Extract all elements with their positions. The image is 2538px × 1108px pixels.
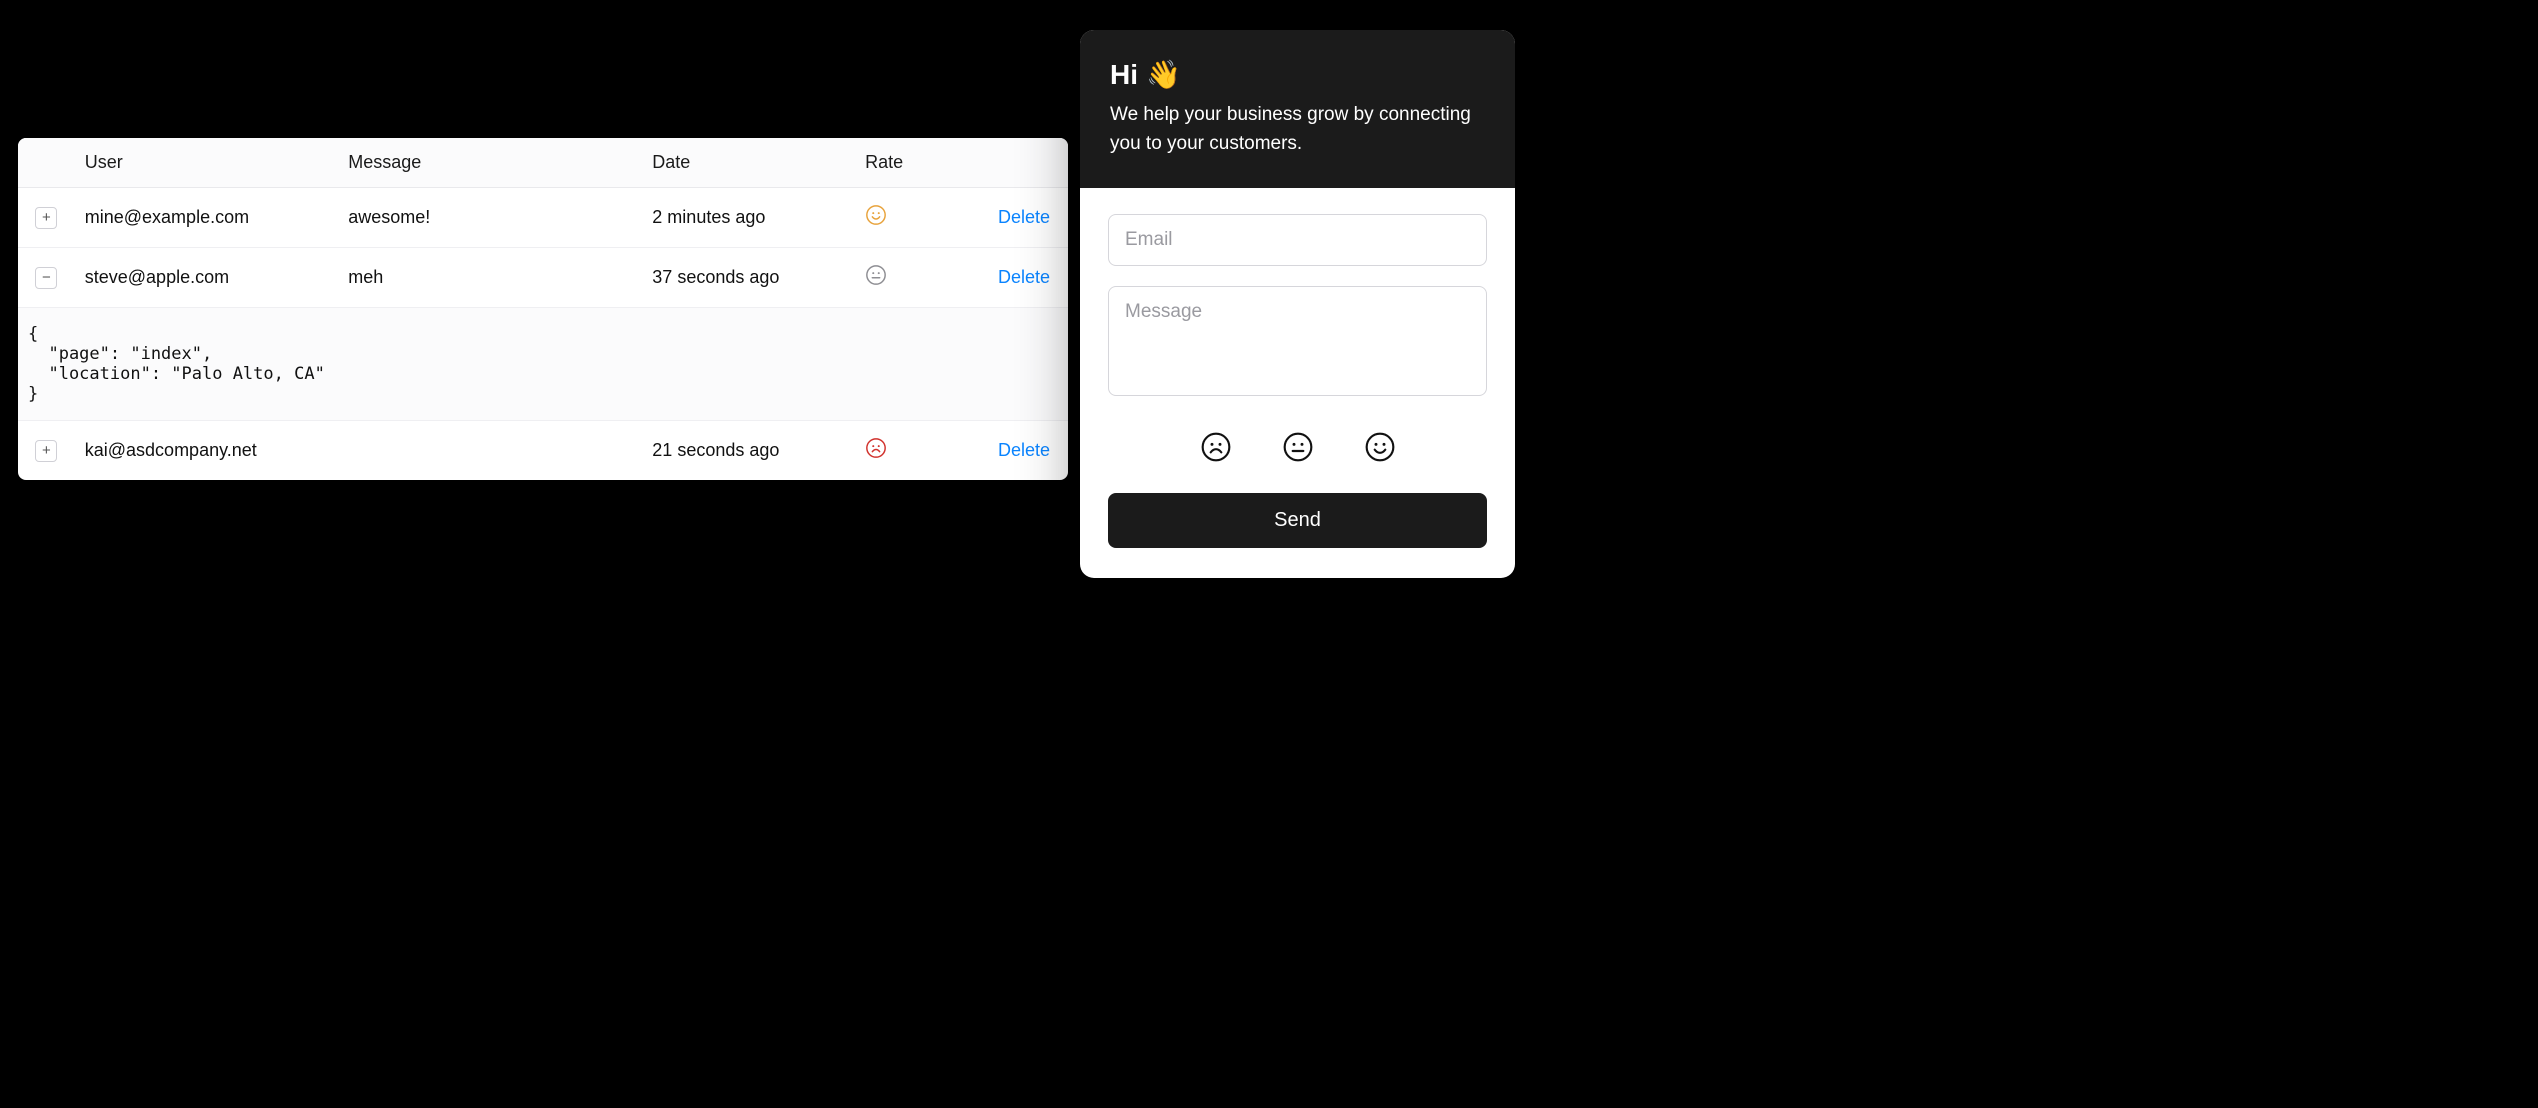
widget-subtitle: We help your business grow by connecting… [1110,101,1485,158]
date-cell: 21 seconds ago [652,440,779,460]
table-row: + kai@asdcompany.net 21 seconds ago Dele… [18,421,1068,481]
contact-widget: Hi 👋 We help your business grow by conne… [1080,30,1515,578]
message-cell: meh [348,267,383,287]
user-cell: steve@apple.com [85,267,229,287]
expand-button[interactable]: + [35,207,57,229]
table-row: − steve@apple.com meh 37 seconds ago Del… [18,248,1068,308]
feedback-table: User Message Date Rate + mine@example.co… [18,138,1068,480]
user-cell: mine@example.com [85,207,249,227]
meh-icon [865,264,887,291]
email-field[interactable] [1108,214,1487,266]
col-user-header: User [75,138,339,188]
rate-smile-button[interactable] [1362,429,1398,465]
date-cell: 37 seconds ago [652,267,779,287]
date-cell: 2 minutes ago [652,207,765,227]
widget-body: Send [1080,188,1515,578]
col-message-header: Message [338,138,642,188]
widget-header: Hi 👋 We help your business grow by conne… [1080,30,1515,188]
send-button[interactable]: Send [1108,493,1487,548]
rate-frown-button[interactable] [1198,429,1234,465]
rating-row [1108,429,1487,465]
wave-icon: 👋 [1146,58,1181,91]
col-date-header: Date [642,138,855,188]
collapse-button[interactable]: − [35,267,57,289]
message-cell: awesome! [348,207,430,227]
delete-button[interactable]: Delete [998,440,1050,460]
smile-icon [865,204,887,231]
widget-title: Hi 👋 [1110,58,1485,91]
widget-title-text: Hi [1110,59,1138,91]
frown-icon [865,437,887,464]
row-detail-json: { "page": "index", "location": "Palo Alt… [28,324,1058,404]
rate-meh-button[interactable] [1280,429,1316,465]
feedback-table-card: User Message Date Rate + mine@example.co… [18,138,1068,480]
user-cell: kai@asdcompany.net [85,440,257,460]
delete-button[interactable]: Delete [998,267,1050,287]
col-actions-header [977,138,1068,188]
col-expand-header [18,138,75,188]
row-detail: { "page": "index", "location": "Palo Alt… [18,308,1068,421]
message-field[interactable] [1108,286,1487,396]
table-row: + mine@example.com awesome! 2 minutes ag… [18,188,1068,248]
expand-button[interactable]: + [35,440,57,462]
delete-button[interactable]: Delete [998,207,1050,227]
col-rate-header: Rate [855,138,977,188]
